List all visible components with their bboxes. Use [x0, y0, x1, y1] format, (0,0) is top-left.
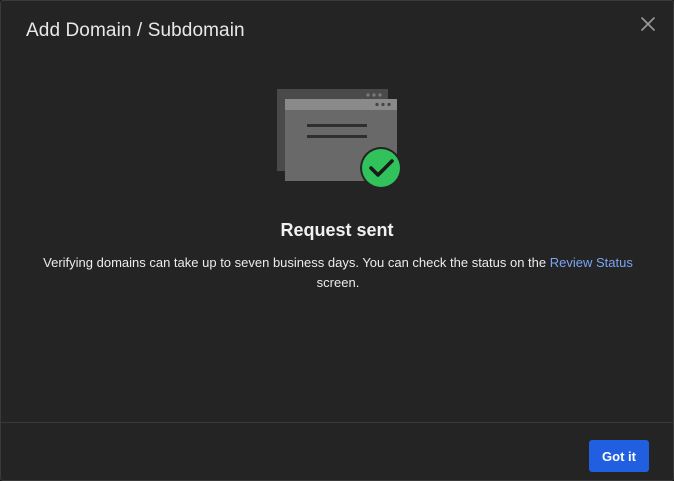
message-text-before: Verifying domains can take up to seven b… — [43, 255, 550, 270]
got-it-button[interactable]: Got it — [589, 440, 649, 472]
dialog-title: Add Domain / Subdomain — [26, 20, 245, 41]
request-sent-illustration — [275, 89, 405, 191]
close-icon — [641, 17, 655, 31]
footer-divider — [1, 422, 673, 423]
add-domain-dialog: Add Domain / Subdomain Request sent Veri… — [0, 0, 674, 481]
review-status-link[interactable]: Review Status — [550, 255, 633, 270]
status-heading: Request sent — [280, 220, 394, 240]
close-button[interactable] — [638, 14, 658, 34]
browser-windows-check-icon — [277, 89, 402, 189]
status-message: Verifying domains can take up to seven b… — [23, 253, 653, 293]
message-text-after: screen. — [316, 275, 360, 290]
